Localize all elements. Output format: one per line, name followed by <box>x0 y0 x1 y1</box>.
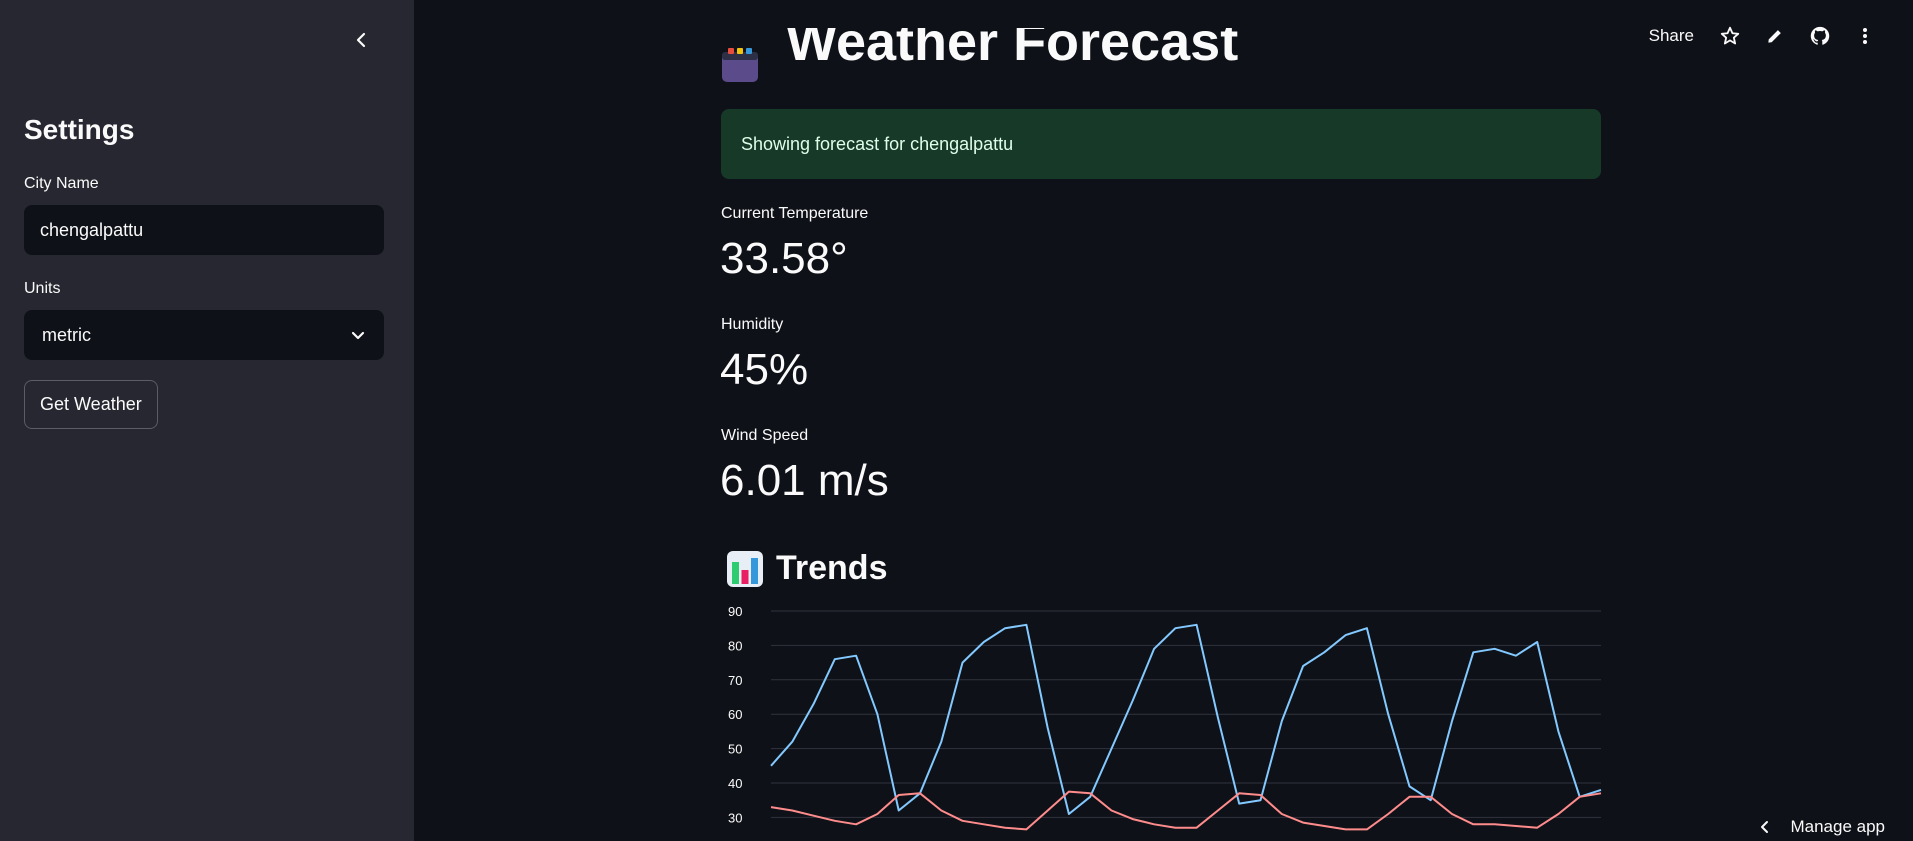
calendar-emoji-icon <box>722 48 758 82</box>
trends-heading: Trends <box>726 549 887 588</box>
metric-label-humidity: Humidity <box>721 316 784 333</box>
more-vertical-icon <box>1863 28 1867 44</box>
metric-value-wind-speed: 6.01 m/s <box>720 456 889 505</box>
main-content: Weather Forecast Showing forecast for ch… <box>414 0 1913 841</box>
chevron-left-icon <box>1761 821 1769 833</box>
app: Settings City Name Units metric Get Weat… <box>0 0 1913 841</box>
units-select[interactable]: metric <box>24 310 384 360</box>
y-tick-label: 80 <box>728 638 742 653</box>
y-tick-label: 90 <box>728 604 742 619</box>
y-tick-label: 60 <box>728 707 742 722</box>
sidebar: Settings City Name Units metric Get Weat… <box>0 0 414 841</box>
series-line-0 <box>770 623 1602 815</box>
city-name-label: City Name <box>24 175 99 192</box>
metric-value-temperature: 33.58° <box>720 234 848 283</box>
main-menu-button[interactable] <box>1851 22 1879 50</box>
manage-app-button[interactable]: Manage app <box>1758 813 1885 841</box>
manage-app-label: Manage app <box>1790 817 1885 836</box>
chevron-left-icon <box>356 32 366 48</box>
units-selected-value: metric <box>42 324 91 345</box>
top-toolbar: Share <box>1649 16 1913 56</box>
metric-value-humidity: 45% <box>720 345 809 394</box>
y-tick-label: 40 <box>728 776 742 791</box>
metric-label-temperature: Current Temperature <box>721 205 869 222</box>
units-label: Units <box>24 280 61 297</box>
series-line-1 <box>770 790 1602 831</box>
trends-line-chart: 90 80 70 60 50 40 30 <box>728 604 1602 831</box>
sidebar-title: Settings <box>24 114 135 145</box>
get-weather-button[interactable]: Get Weather <box>24 380 158 429</box>
pencil-icon <box>1768 30 1781 43</box>
github-button[interactable] <box>1806 22 1834 50</box>
city-name-input[interactable] <box>24 205 384 255</box>
collapse-sidebar-button[interactable] <box>348 26 376 54</box>
metric-label-wind-speed: Wind Speed <box>721 427 809 444</box>
bar-chart-emoji-icon <box>727 550 763 587</box>
chevron-down-icon <box>351 331 365 340</box>
star-button[interactable] <box>1716 22 1744 50</box>
github-icon <box>1810 26 1830 45</box>
share-button[interactable]: Share <box>1649 26 1694 46</box>
y-tick-label: 30 <box>728 810 742 825</box>
star-icon <box>1720 26 1740 45</box>
y-tick-label: 70 <box>728 673 742 688</box>
page-title: Weather Forecast <box>720 28 1238 84</box>
trends-title: Trends <box>776 549 888 587</box>
y-tick-label: 50 <box>728 742 742 757</box>
success-alert: Showing forecast for chengalpattu <box>721 109 1601 179</box>
edit-button[interactable] <box>1761 22 1789 50</box>
page-title-text: Weather Forecast <box>786 28 1239 72</box>
